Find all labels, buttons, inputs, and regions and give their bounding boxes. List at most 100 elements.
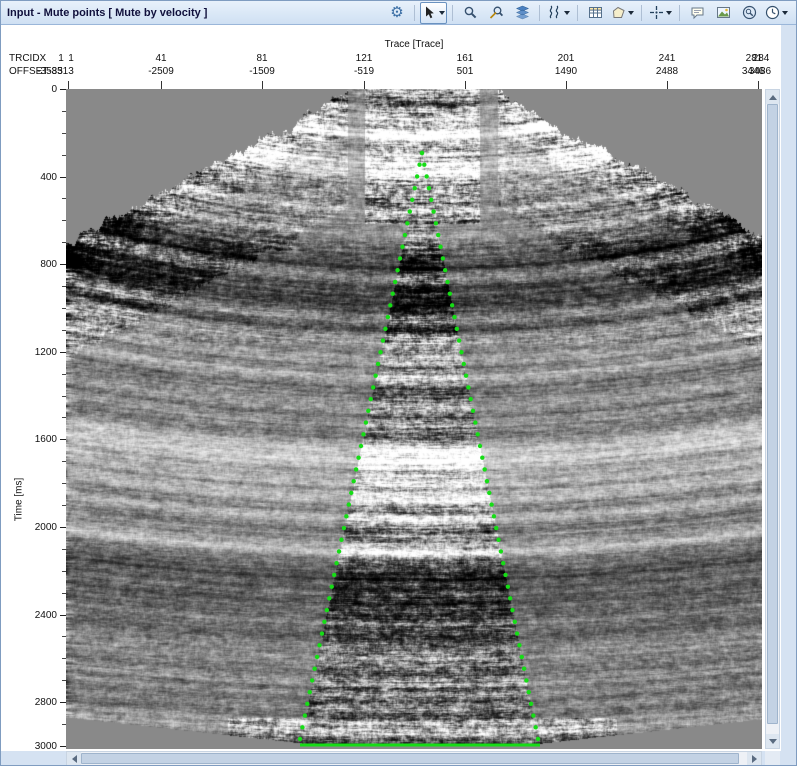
mute-point[interactable] <box>383 327 387 331</box>
mute-point[interactable] <box>320 631 324 635</box>
mute-point[interactable] <box>359 444 363 448</box>
comment-button[interactable] <box>685 2 709 24</box>
mute-point[interactable] <box>443 268 447 272</box>
mute-point[interactable] <box>327 596 331 600</box>
mute-point[interactable] <box>351 479 355 483</box>
mute-point[interactable] <box>441 256 445 260</box>
mute-point[interactable] <box>471 409 475 413</box>
mute-point[interactable] <box>429 198 433 202</box>
mute-point[interactable] <box>403 233 407 237</box>
mute-point[interactable] <box>417 163 421 167</box>
mute-point[interactable] <box>531 713 535 717</box>
mute-point[interactable] <box>424 174 428 178</box>
mute-point[interactable] <box>395 268 399 272</box>
mute-point[interactable] <box>337 549 341 553</box>
mute-point[interactable] <box>494 526 498 530</box>
mute-point[interactable] <box>364 420 368 424</box>
mute-point[interactable] <box>536 737 540 741</box>
zoom-button[interactable] <box>458 2 482 24</box>
mute-point[interactable] <box>520 655 524 659</box>
mute-point[interactable] <box>410 198 414 202</box>
mute-point[interactable] <box>466 385 470 389</box>
mute-point[interactable] <box>339 538 343 542</box>
mute-point[interactable] <box>388 303 392 307</box>
mute-point[interactable] <box>445 280 449 284</box>
mute-point[interactable] <box>503 573 507 577</box>
mute-point[interactable] <box>393 280 397 284</box>
image-export-button[interactable] <box>711 2 735 24</box>
mute-point[interactable] <box>448 291 452 295</box>
mute-point[interactable] <box>473 420 477 424</box>
mute-point[interactable] <box>452 315 456 319</box>
mute-point[interactable] <box>450 303 454 307</box>
mute-point[interactable] <box>303 713 307 717</box>
zoom-pick-button[interactable] <box>484 2 508 24</box>
mute-point[interactable] <box>344 514 348 518</box>
mute-point[interactable] <box>431 209 435 213</box>
scroll-left-button[interactable] <box>67 752 81 765</box>
mute-point[interactable] <box>412 186 416 190</box>
mute-point[interactable] <box>354 467 358 471</box>
mute-point[interactable] <box>386 315 390 319</box>
mute-point[interactable] <box>405 221 409 225</box>
mute-overlay[interactable] <box>66 89 762 749</box>
spreadsheet-button[interactable] <box>583 2 607 24</box>
scroll-up-button[interactable] <box>766 90 779 104</box>
mute-point[interactable] <box>492 514 496 518</box>
mute-point[interactable] <box>400 245 404 249</box>
mute-point[interactable] <box>506 584 510 588</box>
mute-point[interactable] <box>524 678 528 682</box>
clock-tool-button[interactable] <box>763 2 790 24</box>
mute-point[interactable] <box>381 338 385 342</box>
mute-point[interactable] <box>436 233 440 237</box>
mute-point[interactable] <box>312 666 316 670</box>
mute-point[interactable] <box>464 373 468 377</box>
layers-button[interactable] <box>510 2 534 24</box>
mute-point[interactable] <box>455 327 459 331</box>
mute-point[interactable] <box>508 596 512 600</box>
mute-point[interactable] <box>378 350 382 354</box>
mute-point[interactable] <box>330 584 334 588</box>
mute-point[interactable] <box>529 702 533 706</box>
mute-point[interactable] <box>533 725 537 729</box>
mute-point[interactable] <box>376 362 380 366</box>
mute-point[interactable] <box>371 385 375 389</box>
mute-point[interactable] <box>485 479 489 483</box>
mute-point[interactable] <box>475 432 479 436</box>
mute-point[interactable] <box>422 163 426 167</box>
settings-button[interactable]: ⚙ <box>385 2 409 24</box>
crosshair-tool-button[interactable] <box>647 2 674 24</box>
mute-point[interactable] <box>349 491 353 495</box>
mute-point[interactable] <box>517 643 521 647</box>
mute-point[interactable] <box>499 549 503 553</box>
vertical-scroll-track[interactable] <box>766 104 779 734</box>
select-tool-button[interactable] <box>420 2 447 24</box>
mute-point[interactable] <box>469 397 473 401</box>
mute-point[interactable] <box>398 256 402 260</box>
scroll-down-button[interactable] <box>766 734 779 748</box>
mute-point[interactable] <box>366 409 370 413</box>
mute-point[interactable] <box>317 643 321 647</box>
mute-point[interactable] <box>315 655 319 659</box>
mute-point[interactable] <box>457 338 461 342</box>
mute-point[interactable] <box>496 538 500 542</box>
mute-point[interactable] <box>420 151 424 155</box>
zoom-circle-button[interactable] <box>737 2 761 24</box>
mute-point[interactable] <box>325 608 329 612</box>
wiggle-display-button[interactable] <box>545 2 572 24</box>
vertical-scroll-thumb[interactable] <box>767 104 778 724</box>
mute-point[interactable] <box>438 245 442 249</box>
mute-point[interactable] <box>298 737 302 741</box>
mute-point[interactable] <box>300 725 304 729</box>
horizontal-scroll-track[interactable] <box>81 752 747 765</box>
mute-point[interactable] <box>462 362 466 366</box>
mute-point[interactable] <box>408 209 412 213</box>
mute-point[interactable] <box>513 620 517 624</box>
mute-point[interactable] <box>332 573 336 577</box>
mute-point[interactable] <box>347 502 351 506</box>
mute-point[interactable] <box>501 561 505 565</box>
mute-point[interactable] <box>427 186 431 190</box>
mute-point[interactable] <box>308 690 312 694</box>
mute-point[interactable] <box>305 702 309 706</box>
mute-point[interactable] <box>480 456 484 460</box>
